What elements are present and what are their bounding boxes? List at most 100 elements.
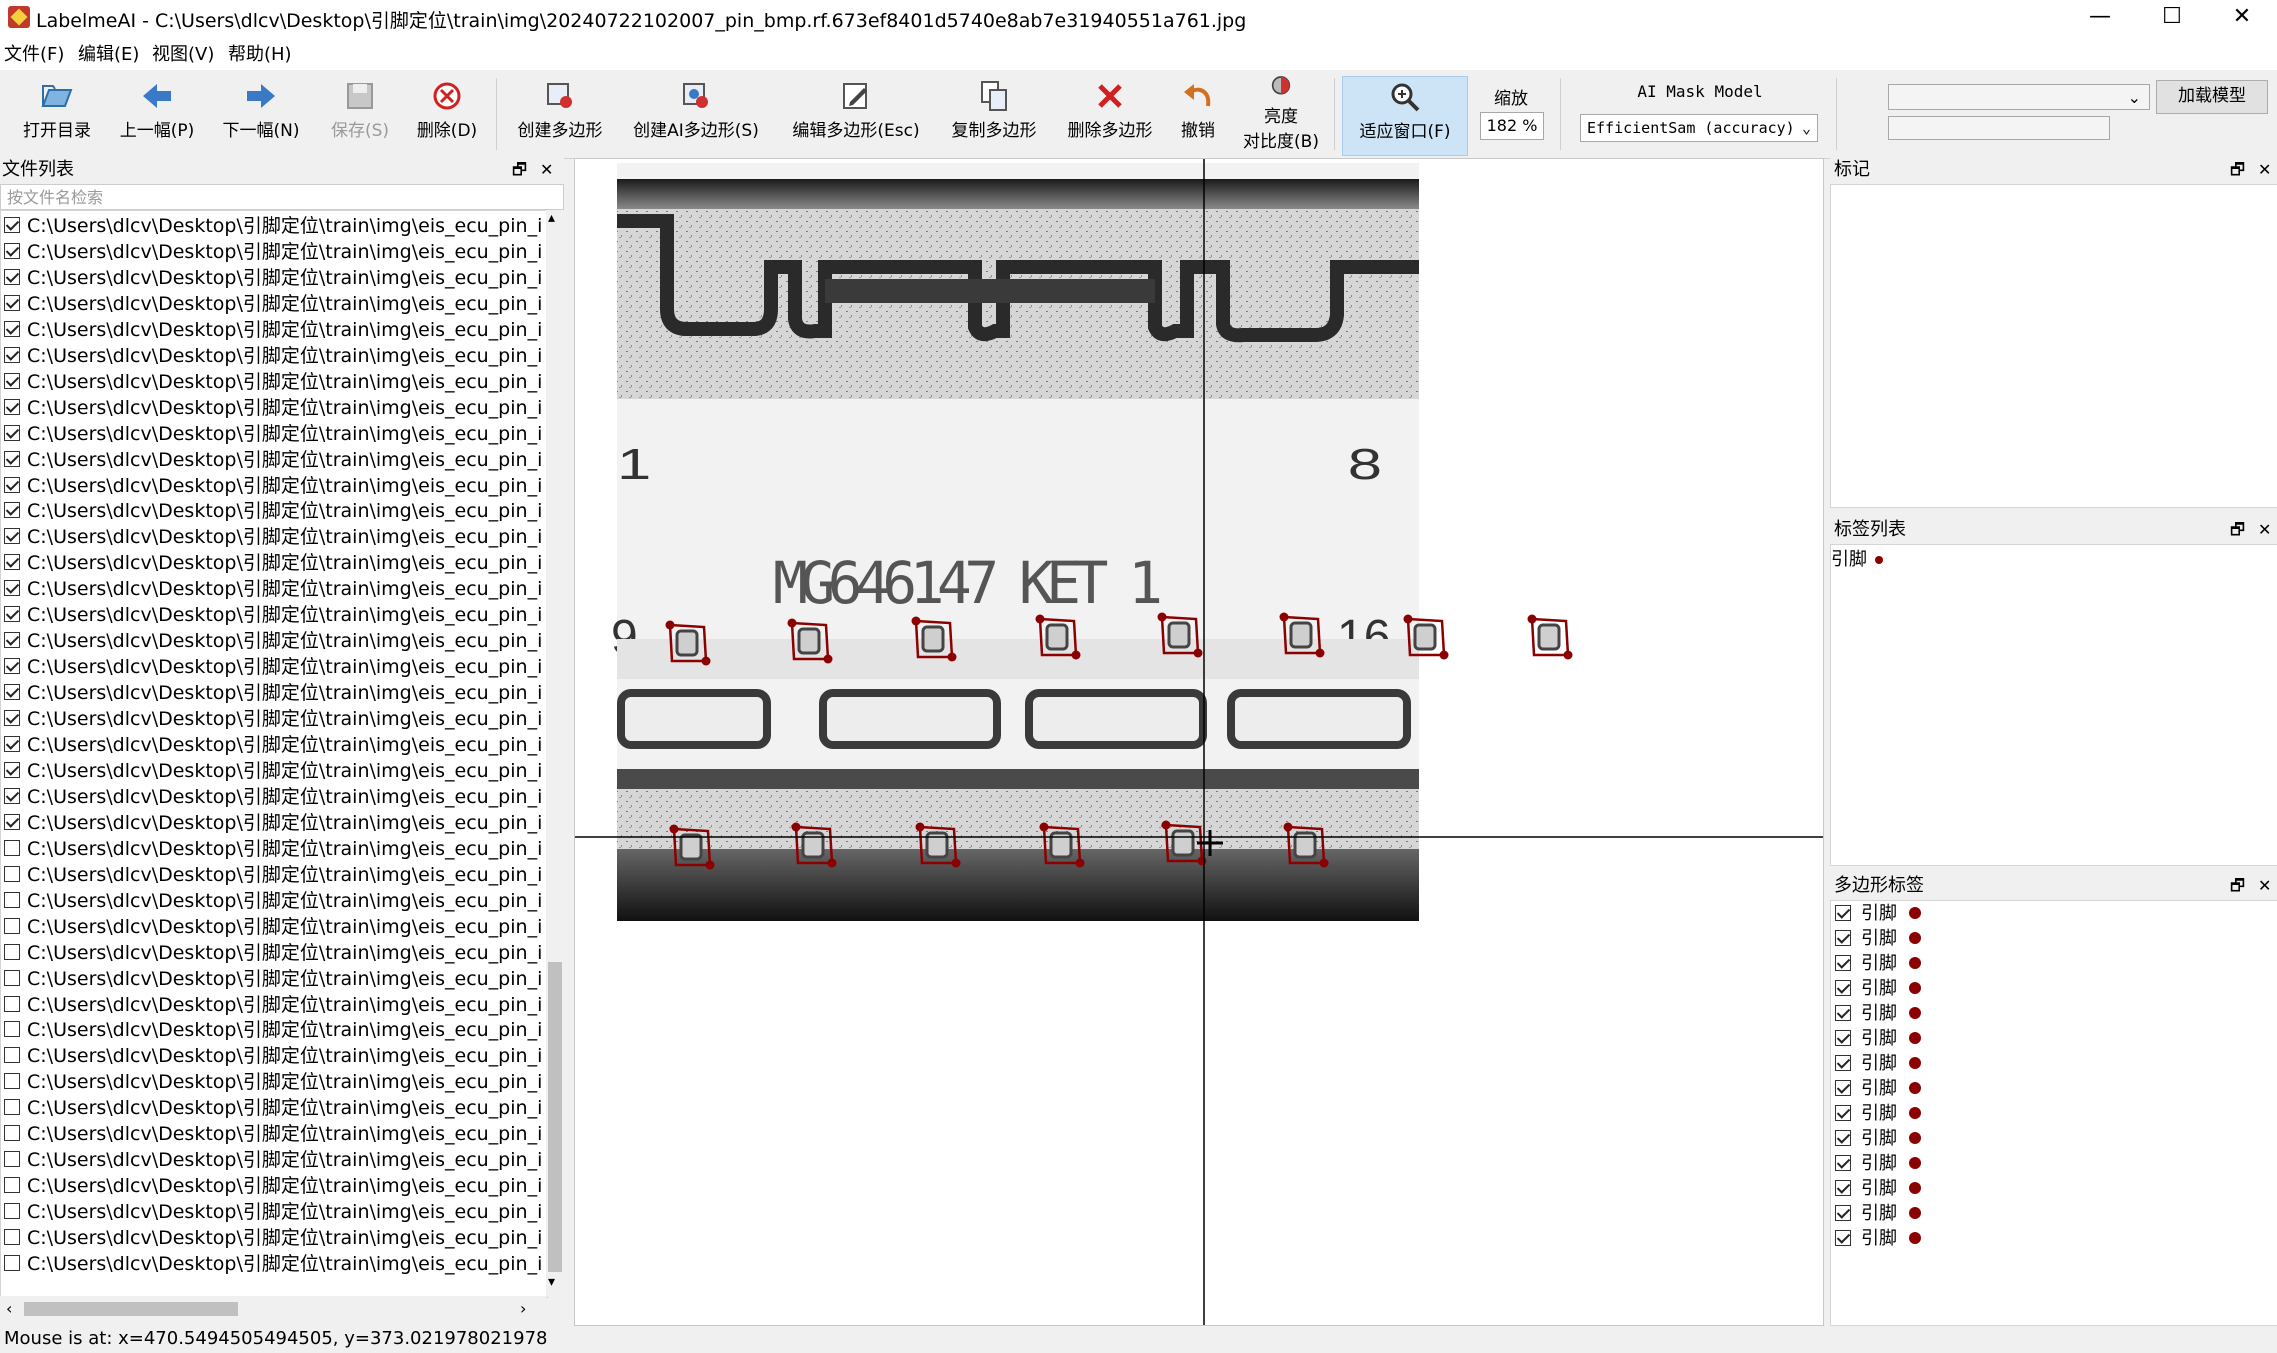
file-checkbox[interactable] <box>4 320 20 337</box>
polygon-vertex[interactable] <box>1439 650 1449 660</box>
image-view[interactable]: 1 8 9 16 MG646147 KET 1 <box>575 159 1823 1325</box>
zoom-input[interactable]: 182 % <box>1480 112 1544 140</box>
file-checkbox[interactable] <box>4 476 20 493</box>
polygon-checkbox[interactable] <box>1835 1005 1851 1021</box>
polygon-vertex[interactable] <box>915 822 925 832</box>
float-panel-icon[interactable]: 🗗 <box>2230 872 2245 900</box>
file-list-item[interactable]: C:\Users\dlcv\Desktop\引脚定位\train\img\eis… <box>1 914 541 940</box>
model-select-dropdown[interactable]: ⌄ <box>1888 84 2150 110</box>
file-list-item[interactable]: C:\Users\dlcv\Desktop\引脚定位\train\img\eis… <box>1 1173 541 1199</box>
polygon-vertex[interactable] <box>947 652 957 662</box>
polygon-checkbox[interactable] <box>1835 930 1851 946</box>
polygon-vertex[interactable] <box>1283 822 1293 832</box>
file-list-item[interactable]: C:\Users\dlcv\Desktop\引脚定位\train\img\eis… <box>1 1069 541 1095</box>
file-checkbox[interactable] <box>4 528 20 545</box>
ai-model-select[interactable]: EfficientSam (accuracy) ⌄ <box>1580 114 1818 142</box>
polygon-checkbox[interactable] <box>1835 1080 1851 1096</box>
file-list-item[interactable]: C:\Users\dlcv\Desktop\引脚定位\train\img\eis… <box>1 1225 541 1251</box>
prev-image-button[interactable]: 上一幅(P) <box>112 76 202 154</box>
file-checkbox[interactable] <box>4 294 20 311</box>
file-checkbox[interactable] <box>4 710 20 727</box>
polygon-list-item[interactable]: 引脚 <box>1831 1026 2271 1051</box>
file-list-item[interactable]: C:\Users\dlcv\Desktop\引脚定位\train\img\eis… <box>1 940 541 966</box>
menu-edit[interactable]: 编辑(E) <box>78 40 139 66</box>
copy-polygon-button[interactable]: 复制多边形 <box>944 76 1044 154</box>
polygon-vertex[interactable] <box>1075 858 1085 868</box>
file-list-item[interactable]: C:\Users\dlcv\Desktop\引脚定位\train\img\eis… <box>1 1147 541 1173</box>
file-list-item[interactable]: C:\Users\dlcv\Desktop\引脚定位\train\img\eis… <box>1 628 541 654</box>
polygon-vertex[interactable] <box>1193 648 1203 658</box>
file-list-item[interactable]: C:\Users\dlcv\Desktop\引脚定位\train\img\eis… <box>1 810 541 836</box>
polygon-vertex[interactable] <box>1071 650 1081 660</box>
brightness-contrast-button[interactable]: 亮度 对比度(B) <box>1236 72 1326 152</box>
file-list-item[interactable]: C:\Users\dlcv\Desktop\引脚定位\train\img\eis… <box>1 602 541 628</box>
file-list-item[interactable]: C:\Users\dlcv\Desktop\引脚定位\train\img\eis… <box>1 992 541 1018</box>
file-checkbox[interactable] <box>4 1151 20 1168</box>
file-checkbox[interactable] <box>4 787 20 804</box>
file-checkbox[interactable] <box>4 1125 20 1142</box>
file-list-item[interactable]: C:\Users\dlcv\Desktop\引脚定位\train\img\eis… <box>1 395 541 421</box>
polygon-vertex[interactable] <box>911 616 921 626</box>
file-checkbox[interactable] <box>4 1177 20 1194</box>
undo-button[interactable]: 撤销 <box>1172 76 1224 154</box>
polygon-list-item[interactable]: 引脚 <box>1831 1101 2271 1126</box>
load-model-button[interactable]: 加载模型 <box>2156 80 2268 114</box>
file-checkbox[interactable] <box>4 1203 20 1220</box>
file-list-item[interactable]: C:\Users\dlcv\Desktop\引脚定位\train\img\eis… <box>1 966 541 992</box>
file-checkbox[interactable] <box>4 1255 20 1271</box>
polygon-list-item[interactable]: 引脚 <box>1831 1001 2271 1026</box>
delete-polygon-button[interactable]: 删除多边形 <box>1060 76 1160 154</box>
polygon-vertex[interactable] <box>1039 822 1049 832</box>
create-ai-polygon-button[interactable]: 创建AI多边形(S) <box>626 76 766 154</box>
scroll-left-icon[interactable]: ‹ <box>6 1299 12 1318</box>
file-checkbox[interactable] <box>4 242 20 259</box>
polygon-list-item[interactable]: 引脚 <box>1831 951 2271 976</box>
file-checkbox[interactable] <box>4 450 20 467</box>
file-checkbox[interactable] <box>4 1021 20 1038</box>
minimize-button[interactable]: — <box>2065 0 2135 34</box>
file-checkbox[interactable] <box>4 1073 20 1090</box>
file-checkbox[interactable] <box>4 865 20 882</box>
file-checkbox[interactable] <box>4 632 20 649</box>
file-list-item[interactable]: C:\Users\dlcv\Desktop\引脚定位\train\img\eis… <box>1 654 541 680</box>
polygon-list-item[interactable]: 引脚 <box>1831 1226 2271 1251</box>
polygon-vertex[interactable] <box>1197 856 1207 866</box>
model-path-field[interactable] <box>1888 116 2110 140</box>
file-list-item[interactable]: C:\Users\dlcv\Desktop\引脚定位\train\img\eis… <box>1 576 541 602</box>
polygon-vertex[interactable] <box>669 824 679 834</box>
file-list-item[interactable]: C:\Users\dlcv\Desktop\引脚定位\train\img\eis… <box>1 524 541 550</box>
file-checkbox[interactable] <box>4 346 20 363</box>
float-panel-icon[interactable]: 🗗 <box>512 156 527 184</box>
file-checkbox[interactable] <box>4 1229 20 1246</box>
menu-file[interactable]: 文件(F) <box>4 40 64 66</box>
polygon-vertex[interactable] <box>1035 614 1045 624</box>
file-list-item[interactable]: C:\Users\dlcv\Desktop\引脚定位\train\img\eis… <box>1 213 541 239</box>
polygon-vertex[interactable] <box>951 858 961 868</box>
polygon-checkbox[interactable] <box>1835 1055 1851 1071</box>
file-checkbox[interactable] <box>4 736 20 752</box>
file-list-item[interactable]: C:\Users\dlcv\Desktop\引脚定位\train\img\eis… <box>1 421 541 447</box>
polygon-list-item[interactable]: 引脚 <box>1831 926 2271 951</box>
file-checkbox[interactable] <box>4 658 20 675</box>
close-button[interactable]: ✕ <box>2207 0 2277 34</box>
file-list-item[interactable]: C:\Users\dlcv\Desktop\引脚定位\train\img\eis… <box>1 239 541 265</box>
polygon-vertex[interactable] <box>665 620 675 630</box>
polygon-vertex[interactable] <box>787 618 797 628</box>
polygon-list-item[interactable]: 引脚 <box>1831 1151 2271 1176</box>
close-panel-icon[interactable]: ✕ <box>2258 156 2271 184</box>
file-list-item[interactable]: C:\Users\dlcv\Desktop\引脚定位\train\img\eis… <box>1 1199 541 1225</box>
file-list-hscrollbar[interactable]: ‹ › <box>0 1296 546 1322</box>
polygon-checkbox[interactable] <box>1835 1130 1851 1146</box>
polygon-list-item[interactable]: 引脚 <box>1831 1051 2271 1076</box>
file-checkbox[interactable] <box>4 606 20 623</box>
image-canvas[interactable]: 1 8 9 16 MG646147 KET 1 <box>574 158 1824 1326</box>
polygon-checkbox[interactable] <box>1835 905 1851 921</box>
file-checkbox[interactable] <box>4 943 20 960</box>
pin-polygon[interactable] <box>1403 614 1449 660</box>
menu-help[interactable]: 帮助(H) <box>228 40 292 66</box>
file-checkbox[interactable] <box>4 502 20 519</box>
file-checkbox[interactable] <box>4 813 20 830</box>
file-list-item[interactable]: C:\Users\dlcv\Desktop\引脚定位\train\img\eis… <box>1 550 541 576</box>
polygon-vertex[interactable] <box>1161 820 1171 830</box>
float-panel-icon[interactable]: 🗗 <box>2230 156 2245 184</box>
